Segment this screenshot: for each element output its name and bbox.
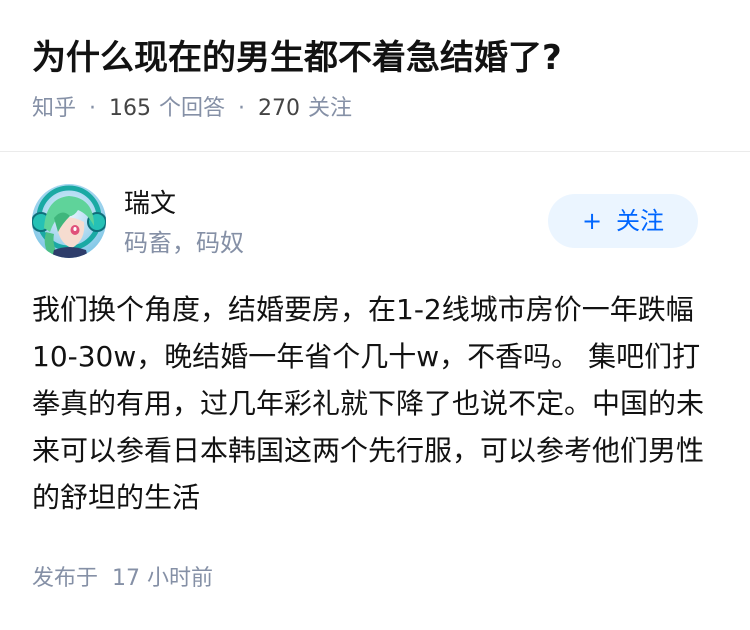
plus-icon: + xyxy=(581,207,603,235)
follower-count: 270 xyxy=(258,96,301,121)
follower-count-label: 关注 xyxy=(308,96,353,121)
follow-button[interactable]: + 关注 xyxy=(548,194,698,248)
question-meta: 知乎 · 165 个回答 · 270 关注 xyxy=(32,93,352,125)
answer-author: 瑞文 码畜，码奴 + 关注 xyxy=(32,182,718,266)
avatar[interactable] xyxy=(32,184,106,258)
follow-button-label: 关注 xyxy=(616,207,665,235)
author-bio: 码畜，码奴 xyxy=(124,229,244,257)
answer-content: 我们换个角度，结婚要房，在1-2线城市房价一年跌幅10-30w，晚结婚一年省个几… xyxy=(32,293,705,514)
answer-count: 165 xyxy=(109,96,152,121)
separator-dot: · xyxy=(89,96,97,121)
answer-count-label: 个回答 xyxy=(159,96,226,121)
source-label[interactable]: 知乎 xyxy=(32,93,76,125)
answer-publish-time: 发布于 17 小时前 xyxy=(32,566,213,591)
separator-dot: · xyxy=(238,96,246,121)
anime-character-avatar-icon xyxy=(32,184,106,258)
question-header: 为什么现在的男生都不着急结婚了? 知乎 · 165 个回答 · 270 关注 xyxy=(0,0,750,152)
question-title[interactable]: 为什么现在的男生都不着急结婚了? xyxy=(32,34,562,82)
author-name[interactable]: 瑞文 xyxy=(124,186,176,222)
